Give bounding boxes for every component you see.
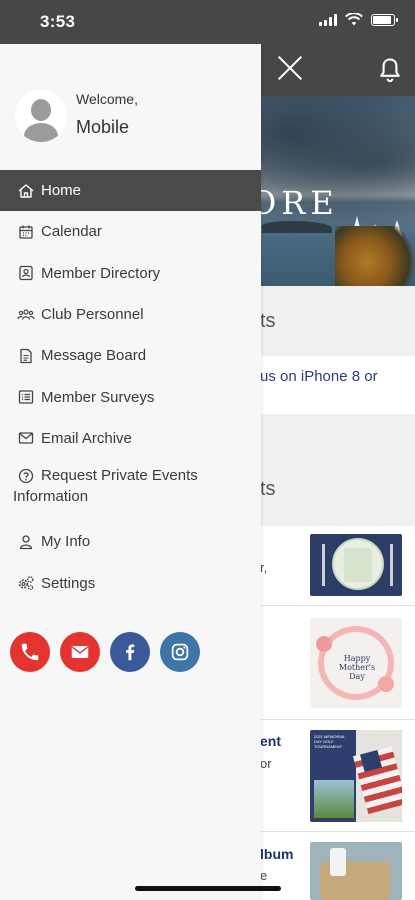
thumbnail-golf-flyer: 2021 MEMORIAL DAY GOLF TOURNAMENT bbox=[310, 730, 402, 822]
status-time: 3:53 bbox=[40, 12, 76, 31]
menu-item-home[interactable]: Home bbox=[0, 170, 261, 212]
menu-item-label: Member Surveys bbox=[41, 388, 155, 406]
list-icon bbox=[18, 390, 34, 404]
thumbnail-caption: Happy Mother's Day bbox=[338, 654, 376, 681]
menu-item-label: Message Board bbox=[41, 347, 147, 365]
thumbnail-album bbox=[310, 842, 402, 900]
section-title-2: ts bbox=[260, 478, 276, 500]
system-icons bbox=[319, 13, 398, 26]
contact-card-icon bbox=[19, 266, 33, 281]
phone-icon bbox=[21, 643, 39, 661]
section-title: ts bbox=[260, 310, 276, 332]
thumbnail-caption: 2021 MEMORIAL DAY GOLF TOURNAMENT bbox=[314, 734, 346, 749]
calendar-icon bbox=[19, 225, 33, 239]
menu-item-label: Request Private Events Information bbox=[13, 467, 198, 506]
menu-item-member-directory[interactable]: Member Directory bbox=[0, 253, 261, 294]
list-item-text: r, bbox=[260, 560, 268, 575]
phone-button[interactable] bbox=[10, 632, 50, 672]
envelope-icon bbox=[18, 432, 34, 445]
menu-item-email-archive[interactable]: Email Archive bbox=[0, 418, 261, 459]
gears-icon bbox=[18, 576, 34, 591]
navigation-drawer: Welcome, Mobile Home Calendar Member Dir… bbox=[0, 44, 261, 900]
facebook-icon bbox=[125, 644, 135, 661]
envelope-icon bbox=[71, 646, 89, 658]
menu-item-label: Club Personnel bbox=[41, 306, 144, 324]
menu-item-label: Settings bbox=[41, 574, 96, 592]
menu-item-calendar[interactable]: Calendar bbox=[0, 211, 261, 252]
menu-item-settings[interactable]: Settings bbox=[0, 562, 261, 603]
thumbnail-place-setting bbox=[310, 534, 402, 596]
user-icon bbox=[19, 535, 33, 549]
home-indicator[interactable] bbox=[135, 886, 281, 891]
question-icon bbox=[18, 468, 34, 484]
profile-header: Welcome, Mobile bbox=[0, 44, 261, 170]
list-item-title: lbum bbox=[260, 846, 294, 862]
email-button[interactable] bbox=[60, 632, 100, 672]
instagram-button[interactable] bbox=[160, 632, 200, 672]
menu-item-label: Email Archive bbox=[41, 429, 132, 447]
menu-item-label: My Info bbox=[41, 533, 91, 551]
list-item-title: ent bbox=[260, 733, 281, 749]
menu-item-message-board[interactable]: Message Board bbox=[0, 335, 261, 376]
promo-link[interactable]: us on iPhone 8 or bbox=[260, 368, 378, 385]
notification-bell-icon[interactable] bbox=[376, 56, 404, 84]
menu-item-request-private-events[interactable]: Request Private Events Information bbox=[0, 459, 261, 521]
cellular-signal-icon bbox=[319, 13, 337, 26]
section-header bbox=[260, 286, 415, 356]
menu-item-member-surveys[interactable]: Member Surveys bbox=[0, 376, 261, 417]
document-icon bbox=[20, 348, 32, 363]
menu-item-my-info[interactable]: My Info bbox=[0, 521, 261, 562]
wifi-icon bbox=[345, 13, 363, 26]
hero-title: ORE bbox=[250, 184, 339, 222]
people-icon bbox=[17, 308, 35, 320]
menu-item-club-personnel[interactable]: Club Personnel bbox=[0, 294, 261, 335]
home-icon bbox=[18, 183, 34, 198]
menu-item-label: Home bbox=[41, 182, 82, 200]
list-item-text: e bbox=[260, 868, 268, 883]
social-buttons bbox=[10, 632, 200, 672]
instagram-icon bbox=[171, 643, 189, 661]
status-bar: 3:53 bbox=[0, 0, 415, 44]
menu-item-label: Calendar bbox=[41, 223, 102, 241]
welcome-text: Welcome, bbox=[76, 91, 138, 107]
battery-icon bbox=[371, 13, 398, 26]
thumbnail-mothers-day: Happy Mother's Day bbox=[310, 618, 402, 708]
menu-item-label: Member Directory bbox=[41, 264, 161, 282]
avatar bbox=[15, 90, 67, 142]
drawer-menu: Home Calendar Member Directory Club Pers… bbox=[0, 170, 261, 604]
user-name: Mobile bbox=[76, 117, 130, 137]
facebook-button[interactable] bbox=[110, 632, 150, 672]
section-header-2 bbox=[260, 414, 415, 526]
close-icon[interactable] bbox=[276, 54, 304, 82]
list-item-text: or bbox=[260, 756, 272, 771]
